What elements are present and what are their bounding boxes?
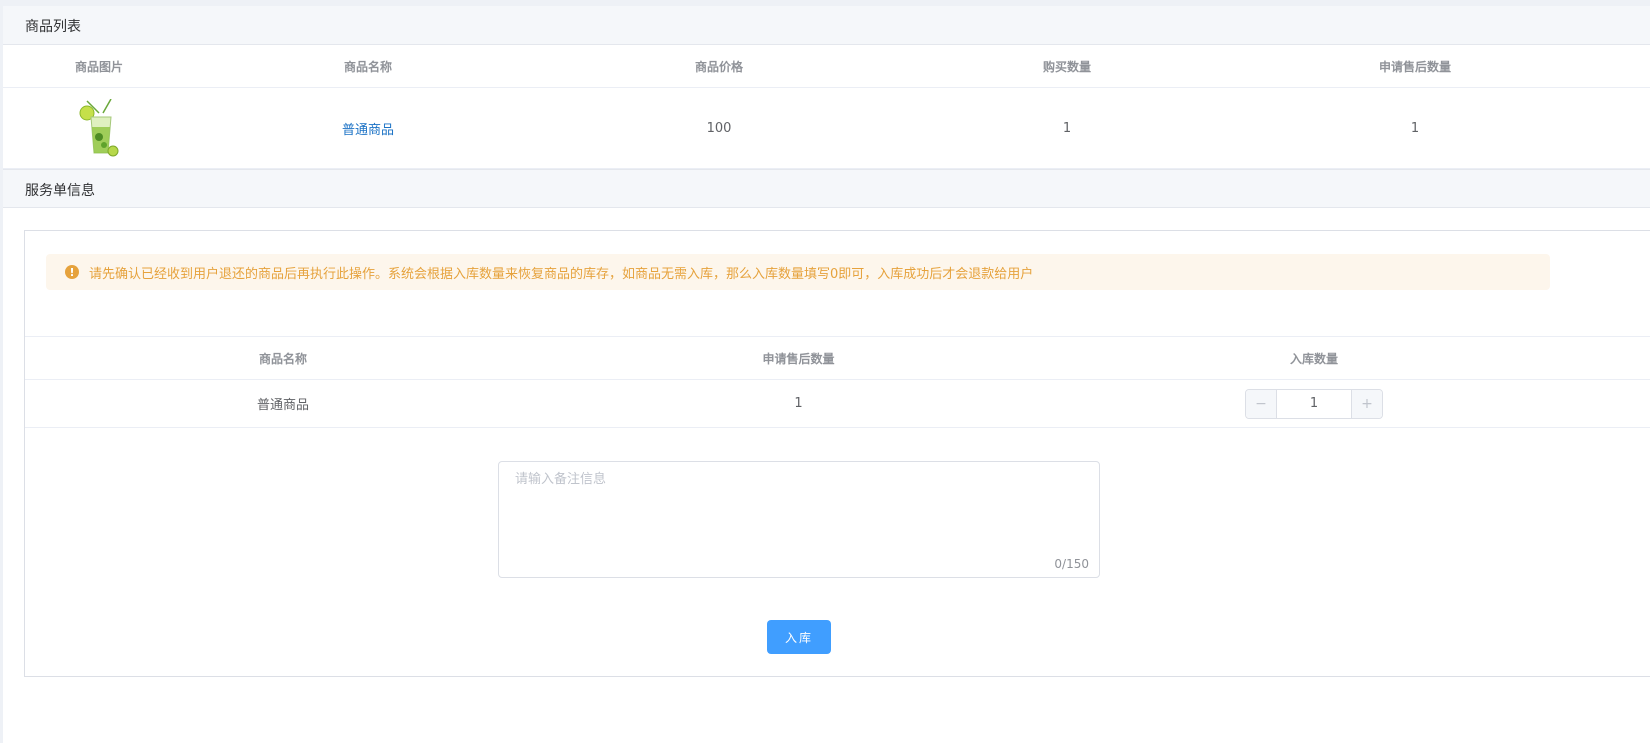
col-product-name: 商品名称 [343, 60, 392, 74]
product-table: 商品图片 商品名称 商品价格 购买数量 申请售后数量 普通商品 100 1 1 [3, 46, 1650, 169]
product-price: 100 [706, 120, 732, 136]
char-counter: 0/150 [1054, 557, 1089, 571]
remark-input[interactable] [499, 462, 1099, 577]
product-list-header: 商品列表 [3, 6, 1650, 45]
col-after-sale-quantity: 申请售后数量 [762, 351, 835, 366]
table-row: 普通商品 1 − + [25, 379, 1650, 428]
service-panel: ! 请先确认已经收到用户退还的商品后再执行此操作。系统会根据入库数量来恢复商品的… [24, 230, 1650, 677]
warning-icon: ! [65, 265, 79, 279]
product-list-title: 商品列表 [25, 19, 81, 35]
mojito-drink-icon [79, 99, 119, 157]
stock-in-quantity-input[interactable] [1277, 389, 1351, 418]
stock-in-table-header: 商品名称 申请售后数量 入库数量 [25, 336, 1650, 379]
col-name: 商品名称 [258, 351, 307, 366]
col-stock-in-quantity: 入库数量 [1289, 351, 1338, 366]
service-info-header: 服务单信息 [3, 169, 1650, 208]
stock-in-button[interactable]: 入库 [767, 620, 831, 654]
quantity-stepper: − + [1245, 388, 1383, 419]
col-after-sale-quantity: 申请售后数量 [1378, 60, 1451, 74]
increment-button[interactable]: + [1351, 389, 1382, 418]
product-table-header: 商品图片 商品名称 商品价格 购买数量 申请售后数量 [3, 46, 1650, 88]
col-product-image: 商品图片 [74, 60, 123, 74]
col-product-price: 商品价格 [694, 60, 743, 74]
purchase-quantity: 1 [1062, 120, 1072, 136]
table-row: 普通商品 100 1 1 [3, 88, 1650, 169]
stock-in-table: 商品名称 申请售后数量 入库数量 普通商品 1 − + [25, 336, 1650, 428]
decrement-button[interactable]: − [1246, 389, 1277, 418]
remark-field: 0/150 [498, 461, 1100, 578]
alert-text: 请先确认已经收到用户退还的商品后再执行此操作。系统会根据入库数量来恢复商品的库存… [89, 266, 1034, 282]
service-info-title: 服务单信息 [25, 183, 95, 199]
product-name-link[interactable]: 普通商品 [342, 119, 394, 138]
page: 商品列表 商品图片 商品名称 商品价格 购买数量 申请售后数量 普通商品 100… [3, 6, 1650, 743]
item-after-sale-quantity: 1 [794, 396, 803, 411]
item-name: 普通商品 [256, 398, 309, 413]
warning-alert: ! 请先确认已经收到用户退还的商品后再执行此操作。系统会根据入库数量来恢复商品的… [46, 254, 1550, 290]
after-sale-quantity: 1 [1410, 120, 1420, 136]
col-purchase-quantity: 购买数量 [1042, 60, 1091, 74]
